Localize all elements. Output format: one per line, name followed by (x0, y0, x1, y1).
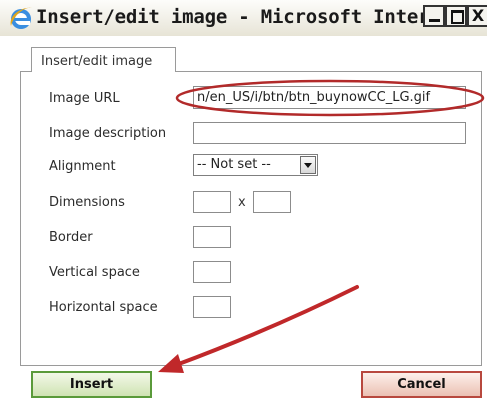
border-input[interactable] (193, 226, 231, 248)
title-bar: Insert/edit image - Microsoft Interne...… (0, 0, 487, 36)
dimensions-separator: x (238, 195, 246, 210)
cancel-button[interactable]: Cancel (361, 371, 482, 398)
height-input[interactable] (253, 191, 291, 213)
maximize-icon[interactable] (445, 5, 467, 27)
tab-insert-edit-image[interactable]: Insert/edit image (31, 47, 176, 72)
internet-explorer-icon (10, 7, 33, 29)
form-panel (20, 71, 482, 366)
dimensions-label: Dimensions (49, 195, 125, 210)
image-url-input[interactable] (193, 86, 466, 109)
window-title: Insert/edit image - Microsoft Interne... (36, 6, 486, 28)
alignment-selected-value: -- Not set -- (197, 157, 271, 172)
horizontal-space-label: Horizontal space (49, 300, 158, 315)
border-label: Border (49, 230, 93, 245)
width-input[interactable] (193, 191, 231, 213)
image-description-label: Image description (49, 126, 167, 141)
alignment-select[interactable]: -- Not set -- (193, 154, 318, 176)
chevron-down-icon[interactable] (300, 156, 316, 174)
insert-button[interactable]: Insert (31, 371, 152, 398)
vertical-space-input[interactable] (193, 261, 231, 283)
horizontal-space-input[interactable] (193, 296, 231, 318)
close-icon[interactable]: X (467, 5, 487, 27)
image-description-input[interactable] (193, 122, 466, 144)
minimize-icon[interactable] (423, 5, 445, 27)
vertical-space-label: Vertical space (49, 265, 140, 280)
image-url-label: Image URL (49, 91, 120, 106)
alignment-label: Alignment (49, 159, 116, 174)
